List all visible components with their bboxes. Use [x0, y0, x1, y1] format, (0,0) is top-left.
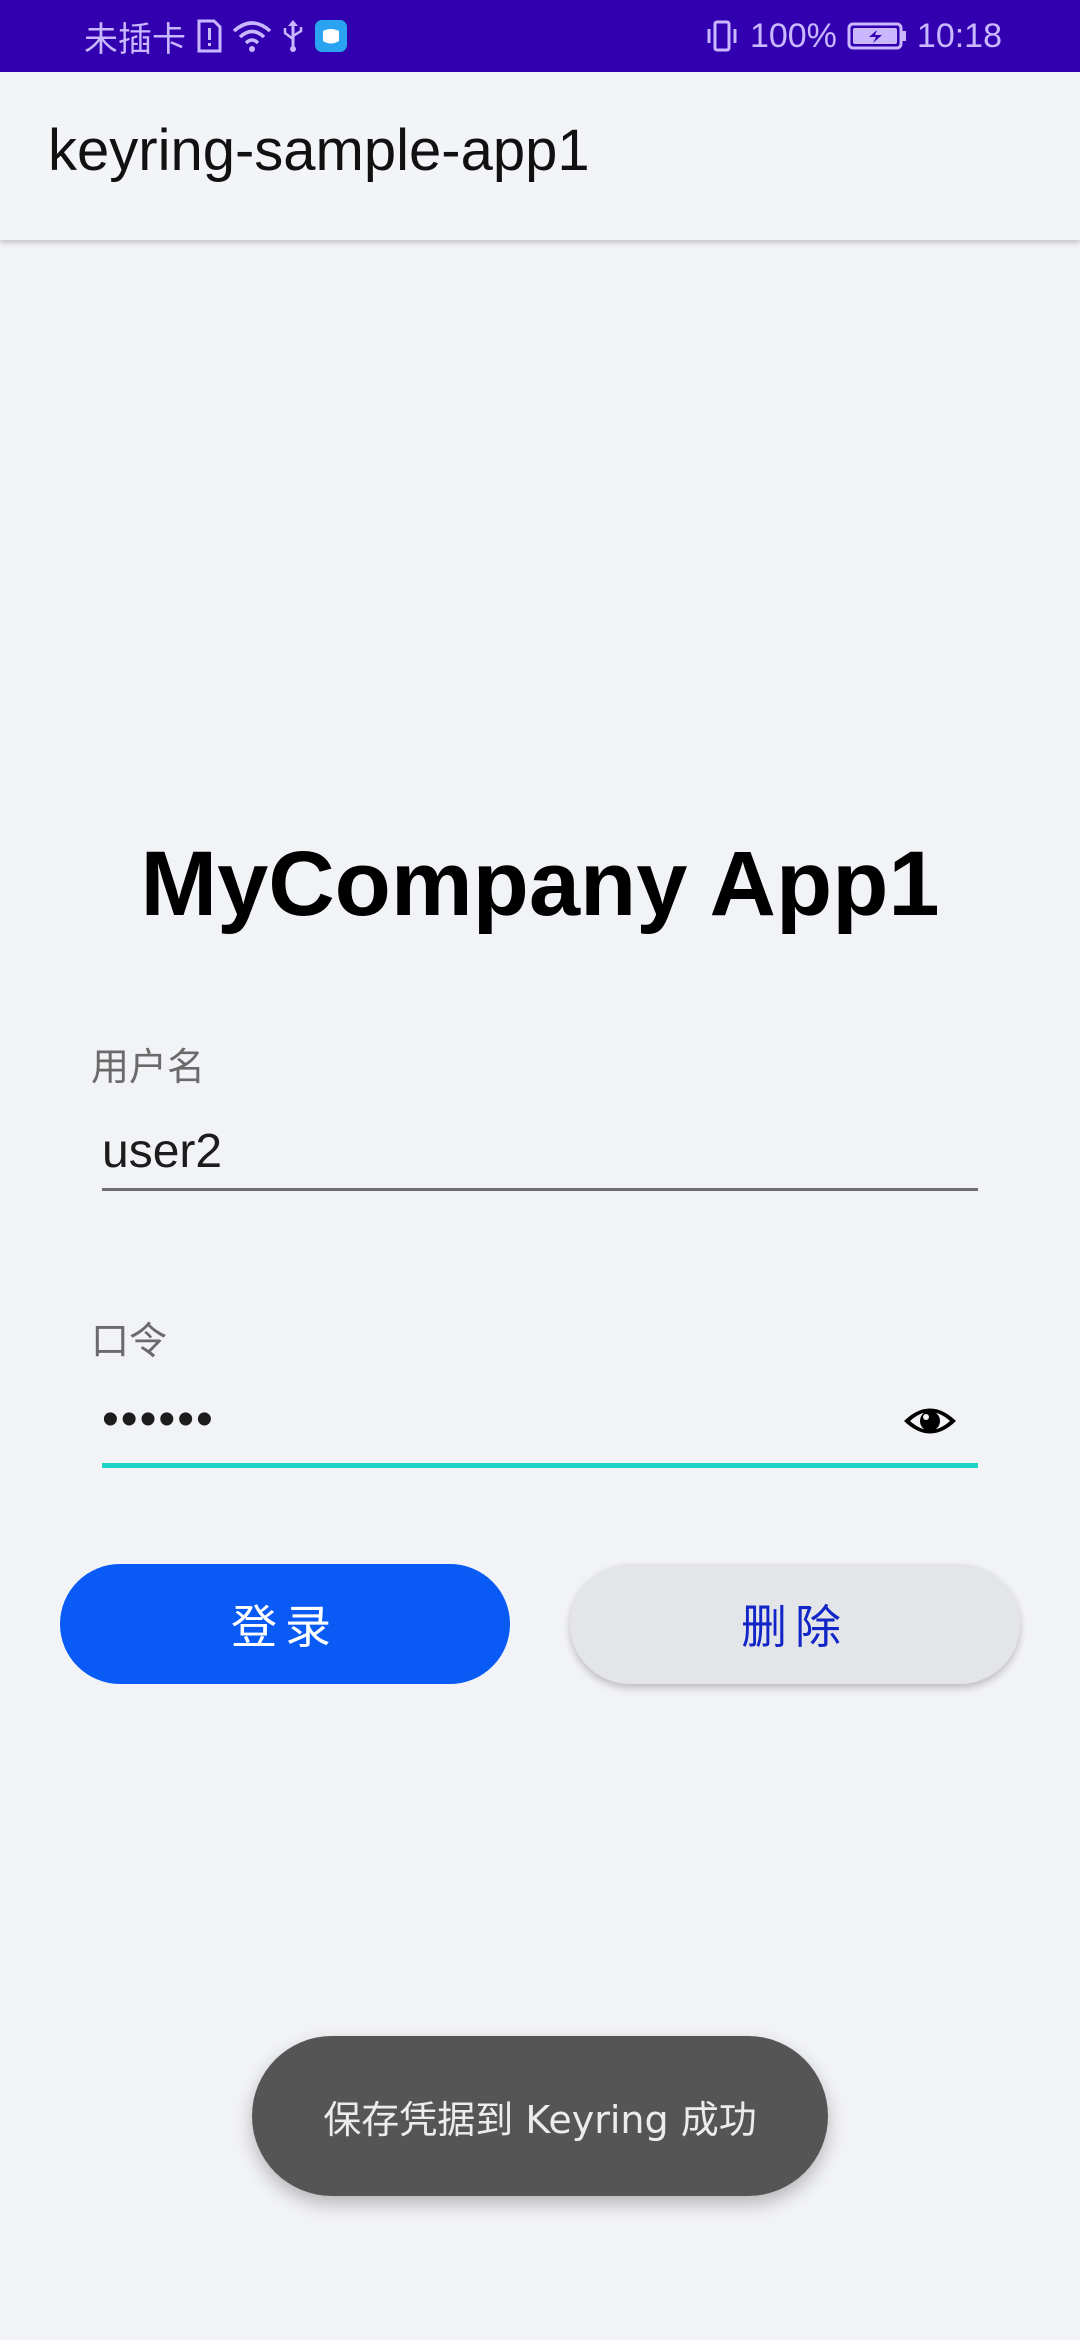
sim-alert-icon — [196, 19, 222, 53]
username-underline — [102, 1188, 978, 1191]
status-bar-left: 未插卡 — [84, 0, 348, 72]
password-underline-focused — [102, 1463, 978, 1468]
carrier-label: 未插卡 — [84, 20, 186, 59]
status-bar-right: 100% 10:18 — [704, 0, 1002, 72]
password-label: 口令 — [91, 1319, 168, 1363]
delete-button[interactable]: 删除 — [570, 1564, 1020, 1684]
status-bar: 未插卡 100% 10:18 — [0, 0, 1080, 72]
login-button[interactable]: 登录 — [60, 1564, 510, 1684]
battery-charging-icon — [847, 21, 907, 51]
toast-message: 保存凭据到 Keyring 成功 — [252, 2036, 828, 2196]
vibrate-icon — [704, 18, 740, 54]
username-label: 用户名 — [91, 1045, 206, 1089]
app-title: keyring-sample-app1 — [48, 118, 590, 183]
username-input[interactable]: user2 — [102, 1124, 222, 1179]
usb-icon — [282, 19, 304, 53]
clock: 10:18 — [916, 16, 1002, 55]
wifi-icon — [232, 19, 272, 53]
eye-icon[interactable] — [902, 1398, 958, 1444]
notification-app-icon — [314, 19, 348, 53]
password-input[interactable]: •••••• — [102, 1392, 215, 1447]
app-bar: keyring-sample-app1 — [0, 72, 1080, 240]
page-heading: MyCompany App1 — [140, 833, 940, 935]
battery-percent: 100% — [749, 16, 837, 55]
